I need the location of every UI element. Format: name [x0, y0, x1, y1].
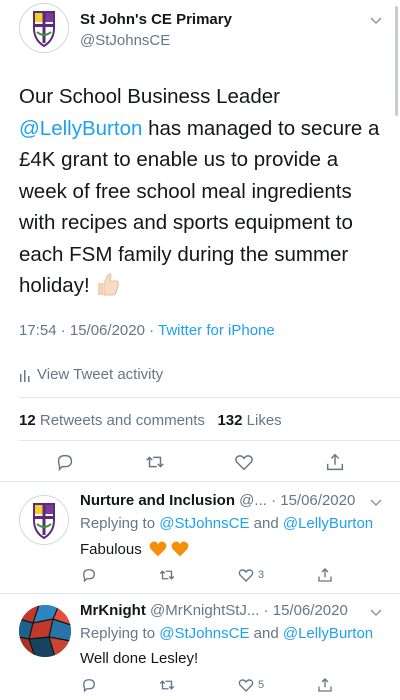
reply-author-name[interactable]: Nurture and Inclusion: [80, 492, 235, 509]
chevron-down-icon[interactable]: [368, 604, 384, 620]
reply-text: Fabulous: [80, 540, 190, 558]
share-icon[interactable]: [316, 566, 334, 584]
retweets-stat[interactable]: 12 Retweets and comments: [19, 412, 205, 429]
orange-heart-emoji: [171, 541, 189, 557]
replying-prefix: Replying to: [80, 515, 160, 532]
replying-mention-link[interactable]: @StJohnsCE: [159, 625, 249, 642]
tweet-meta: 17:54 · 15/06/2020 · Twitter for iPhone: [19, 322, 275, 339]
retweet-icon[interactable]: [144, 451, 166, 473]
tweet-text-start: Our School Business Leader: [19, 85, 280, 108]
reply-like-count: 3: [258, 569, 265, 581]
author-name[interactable]: St John's CE Primary: [80, 11, 232, 28]
tweet-text: Our School Business Leader @LellyBurton …: [19, 81, 381, 302]
reply-icon[interactable]: [80, 566, 98, 584]
tweet-stats: 12 Retweets and comments 132 Likes: [19, 412, 282, 429]
stained-glass-avatar-icon: [19, 605, 71, 657]
reply-text-content: Well done Lesley!: [80, 650, 199, 667]
reply-avatar[interactable]: [19, 495, 69, 545]
reply-tweet[interactable]: Nurture and Inclusion @... · 15/06/2020 …: [0, 489, 400, 589]
orange-heart-emoji: [149, 541, 167, 557]
replying-prefix: Replying to: [80, 625, 160, 642]
view-tweet-activity[interactable]: View Tweet activity: [19, 366, 163, 383]
reply-header: MrKnight @MrKnightStJ... · 15/06/2020: [80, 602, 348, 619]
divider: [0, 481, 400, 482]
likes-stat[interactable]: 132 Likes: [217, 412, 281, 429]
replying-and: and: [249, 625, 283, 642]
reply-like[interactable]: 5: [237, 676, 264, 694]
replying-and: and: [249, 515, 283, 532]
reply-actions: 5: [0, 676, 400, 700]
reply-icon[interactable]: [54, 451, 76, 473]
tweet-actions: [0, 451, 400, 475]
retweets-count: 12: [19, 412, 36, 429]
reply-text-content: Fabulous: [80, 540, 142, 558]
school-crest-icon: [20, 4, 68, 52]
reply-actions: 3: [0, 566, 400, 590]
school-crest-icon: [20, 496, 68, 544]
analytics-icon: [20, 369, 30, 382]
chevron-down-icon[interactable]: [368, 494, 384, 510]
scrollbar[interactable]: [395, 6, 398, 116]
replying-mention-link[interactable]: @LellyBurton: [283, 515, 373, 532]
replying-mention-link[interactable]: @LellyBurton: [283, 625, 373, 642]
chevron-down-icon[interactable]: [368, 12, 384, 28]
reply-like[interactable]: 3: [237, 566, 264, 584]
author-handle[interactable]: @StJohnsCE: [80, 32, 170, 49]
thumbs-up-emoji: [98, 273, 120, 296]
reply-author-name[interactable]: MrKnight: [80, 602, 146, 619]
retweet-icon[interactable]: [158, 676, 176, 694]
tweet-source-link[interactable]: Twitter for iPhone: [158, 322, 275, 339]
tweet-text-end: has managed to secure a £4K grant to ena…: [19, 116, 380, 298]
school-avatar[interactable]: [19, 3, 69, 53]
reply-handle-date: @MrKnightStJ... · 15/06/2020: [145, 602, 348, 619]
likes-label: Likes: [246, 412, 282, 429]
mention-link[interactable]: @LellyBurton: [19, 117, 142, 140]
retweet-icon[interactable]: [158, 566, 176, 584]
retweets-label: Retweets and comments: [39, 412, 205, 429]
share-icon[interactable]: [324, 451, 346, 473]
replying-to: Replying to @StJohnsCE and @LellyBurton: [80, 515, 373, 532]
like-icon: [238, 679, 254, 692]
divider: [0, 593, 400, 594]
replying-to: Replying to @StJohnsCE and @LellyBurton: [80, 625, 373, 642]
reply-like-count: 5: [258, 679, 265, 691]
reply-icon[interactable]: [80, 676, 98, 694]
replying-mention-link[interactable]: @StJohnsCE: [159, 515, 249, 532]
reply-tweet[interactable]: MrKnight @MrKnightStJ... · 15/06/2020 Re…: [0, 599, 400, 693]
divider: [19, 397, 400, 398]
view-tweet-activity-label: View Tweet activity: [37, 366, 164, 383]
reply-avatar[interactable]: [19, 605, 71, 657]
reply-text: Well done Lesley!: [80, 650, 198, 667]
share-icon[interactable]: [316, 676, 334, 694]
reply-handle-date: @... · 15/06/2020: [235, 492, 356, 509]
tweet-timestamp: 17:54 · 15/06/2020 ·: [19, 322, 158, 339]
likes-count: 132: [217, 412, 243, 429]
like-icon: [238, 569, 254, 582]
reply-header: Nurture and Inclusion @... · 15/06/2020: [80, 492, 355, 509]
divider: [19, 440, 400, 441]
like-icon[interactable]: [233, 451, 255, 473]
